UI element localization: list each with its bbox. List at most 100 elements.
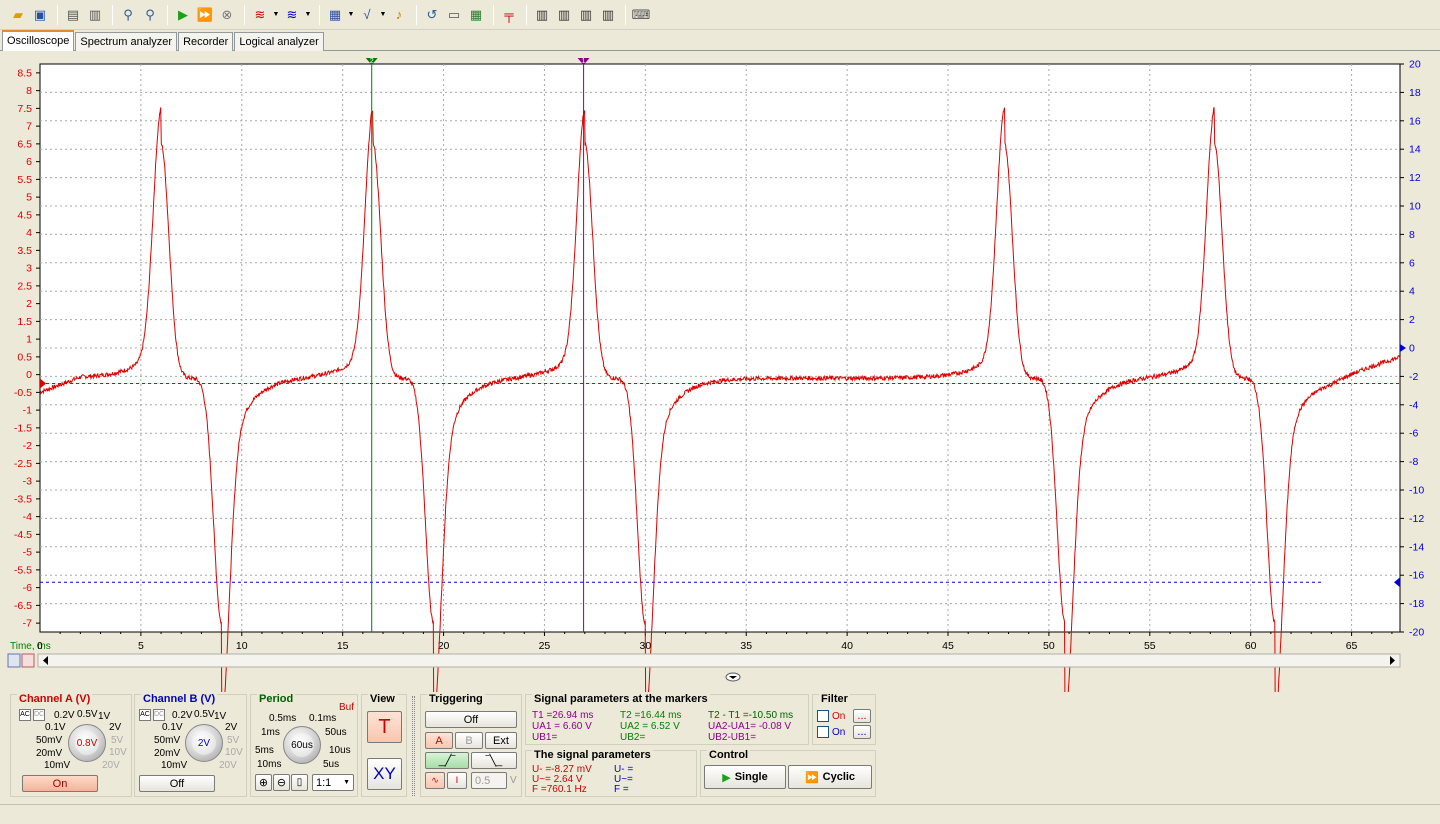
save-icon[interactable]: ▣ — [30, 5, 50, 25]
x-tick-label: 15 — [337, 640, 349, 652]
run-icon[interactable]: ▶ — [173, 5, 193, 25]
marker-ua1-value: UA1 = 6.60 V — [532, 721, 592, 732]
horizontal-scrollbar[interactable] — [37, 653, 1401, 668]
print-preview-icon[interactable]: ▤ — [63, 5, 83, 25]
filter-a-checkbox[interactable] — [817, 710, 829, 722]
time-zero-label: 0 — [37, 641, 43, 652]
x-tick-label: 45 — [942, 640, 954, 652]
oscilloscope-plot[interactable]: 8.5 8 7.5 7 6.5 6 5.5 5 4.5 4 3.5 3 2.5 2 1.5 1 0.5 0 -0.5… — [0, 52, 1440, 728]
left-tick-label: 1 — [26, 334, 32, 346]
sound-icon[interactable]: ♪ — [389, 5, 409, 25]
tab-spectrum-analyzer[interactable]: Spectrum analyzer — [75, 32, 178, 51]
channel-config-3-icon[interactable]: ▥ — [576, 5, 596, 25]
channel-a-group: Channel A (V) AC DC 0.2V 0.5V 1V 2V 5V 1… — [10, 693, 132, 797]
zoom-icon[interactable]: ⚲ — [118, 5, 138, 25]
channel-a-ac-toggle[interactable]: AC — [19, 709, 31, 721]
trigger-source-a-button[interactable]: A — [425, 732, 453, 749]
zoom-out-icon: ⊖ — [276, 777, 287, 789]
trigger-level-button[interactable]: Ⅰ — [447, 772, 467, 789]
x-tick-label: 35 — [740, 640, 752, 652]
ch-a-label-20V: 20V — [102, 760, 120, 771]
sqrt-dropdown-icon[interactable]: ▼ — [379, 5, 387, 25]
zoom-page-button[interactable]: ▯ — [291, 774, 308, 791]
calculator-dropdown-icon[interactable]: ▼ — [347, 5, 355, 25]
zoom-settings-icon[interactable]: ⚲ — [140, 5, 160, 25]
period-label-0.1ms: 0.1ms — [309, 713, 337, 724]
signal-b-icon[interactable]: ≋ — [282, 5, 302, 25]
refresh-icon[interactable]: ↺ — [422, 5, 442, 25]
ch-a-label-0.5V: 0.5V — [77, 709, 98, 720]
channel-b-off-button[interactable]: Off — [139, 775, 215, 792]
x-tick-label: 50 — [1043, 640, 1055, 652]
signal-b-dropdown-icon[interactable]: ▼ — [304, 5, 312, 25]
marker-delta-ua-value: UA2-UA1= -0.08 V — [708, 721, 792, 732]
zoom-out-a-button[interactable] — [7, 653, 21, 668]
filter-a-settings-button[interactable]: ... — [853, 709, 871, 723]
trigger-falling-edge-button[interactable]: ‾╲_ — [471, 752, 517, 769]
signal-a-icon[interactable]: ≋ — [250, 5, 270, 25]
print-icon[interactable]: ▥ — [85, 5, 105, 25]
zoom-out-button[interactable]: ⊖ — [273, 774, 290, 791]
left-tick-label: 7.5 — [17, 103, 32, 115]
single-button[interactable]: ▶ Single — [704, 765, 786, 789]
ch-b-label-20V: 20V — [219, 760, 237, 771]
play-icon: ▶ — [722, 771, 731, 784]
trigger-icon[interactable]: ╤ — [499, 5, 519, 25]
cyclic-button[interactable]: ⏩ Cyclic — [788, 765, 872, 789]
channel-b-dc-toggle[interactable]: DC — [153, 709, 165, 721]
period-knob[interactable]: 60us — [283, 726, 321, 764]
toolbar-separator — [319, 4, 320, 25]
right-tick-label: 4 — [1409, 286, 1415, 298]
channel-a-on-button[interactable]: On — [22, 775, 98, 792]
filter-b-checkbox[interactable] — [817, 726, 829, 738]
tab-recorder[interactable]: Recorder — [178, 32, 234, 51]
filter-b-settings-button[interactable]: ... — [853, 725, 871, 739]
device-icon[interactable]: ⌨ — [631, 5, 651, 25]
channel-config-1-icon[interactable]: ▥ — [532, 5, 552, 25]
channel-b-ac-toggle[interactable]: AC — [139, 709, 151, 721]
signal-a-dropdown-icon[interactable]: ▼ — [272, 5, 280, 25]
trigger-source-b-button[interactable]: B — [455, 732, 483, 749]
mode-tabs: Oscilloscope Spectrum analyzer Recorder … — [0, 30, 1440, 51]
view-group: View T XY — [361, 693, 407, 797]
right-tick-label: -2 — [1409, 371, 1418, 383]
ch-a-label-0.1V: 0.1V — [45, 722, 66, 733]
channel-a-volts-knob[interactable]: 0.8V — [68, 724, 106, 762]
right-tick-label: 2 — [1409, 314, 1415, 326]
zoom-out-b-button[interactable] — [21, 653, 35, 668]
channel-b-volts-knob[interactable]: 2V — [185, 724, 223, 762]
ratio-select[interactable]: 1:1 ▼ — [312, 774, 354, 791]
xy-view-button[interactable]: XY — [367, 758, 402, 790]
x-tick-label: 25 — [539, 640, 551, 652]
toolbar-separator — [625, 4, 626, 25]
status-bar — [0, 804, 1440, 824]
tab-logical-analyzer[interactable]: Logical analyzer — [234, 32, 324, 51]
period-group: Period Buf 0.5ms 0.1ms 1ms 50us 5ms 10us… — [250, 693, 358, 797]
trigger-auto-button[interactable]: ∿ — [425, 772, 445, 789]
channel-config-4-icon[interactable]: ▥ — [598, 5, 618, 25]
tab-oscilloscope[interactable]: Oscilloscope — [2, 30, 75, 51]
sqrt-icon[interactable]: √ — [357, 5, 377, 25]
rising-edge-icon: _╱‾ — [438, 755, 456, 767]
stop-icon[interactable]: ⊗ — [217, 5, 237, 25]
calculator-icon[interactable]: ▦ — [325, 5, 345, 25]
table-icon[interactable]: ▦ — [466, 5, 486, 25]
right-tick-label: 20 — [1409, 59, 1421, 71]
channel-b-knob-value: 2V — [192, 731, 216, 755]
marker-ub1-value: UB1= — [532, 732, 558, 743]
trigger-rising-edge-button[interactable]: _╱‾ — [425, 752, 469, 769]
toolbar-separator — [167, 4, 168, 25]
falling-edge-icon: ‾╲_ — [485, 755, 503, 767]
trigger-mode-button[interactable]: Off — [425, 711, 517, 728]
channel-config-2-icon[interactable]: ▥ — [554, 5, 574, 25]
run-fast-icon[interactable]: ⏩ — [195, 5, 215, 25]
channel-a-dc-toggle[interactable]: DC — [33, 709, 45, 721]
ch-b-label-0.1V: 0.1V — [162, 722, 183, 733]
x-tick-label: 60 — [1245, 640, 1257, 652]
trigger-source-ext-button[interactable]: Ext — [485, 732, 517, 749]
open-icon[interactable]: ▰ — [8, 5, 28, 25]
trigger-level-input[interactable]: 0.5 — [471, 772, 507, 789]
zoom-in-button[interactable]: ⊕ — [255, 774, 272, 791]
time-view-button[interactable]: T — [367, 711, 402, 743]
export-icon[interactable]: ▭ — [444, 5, 464, 25]
